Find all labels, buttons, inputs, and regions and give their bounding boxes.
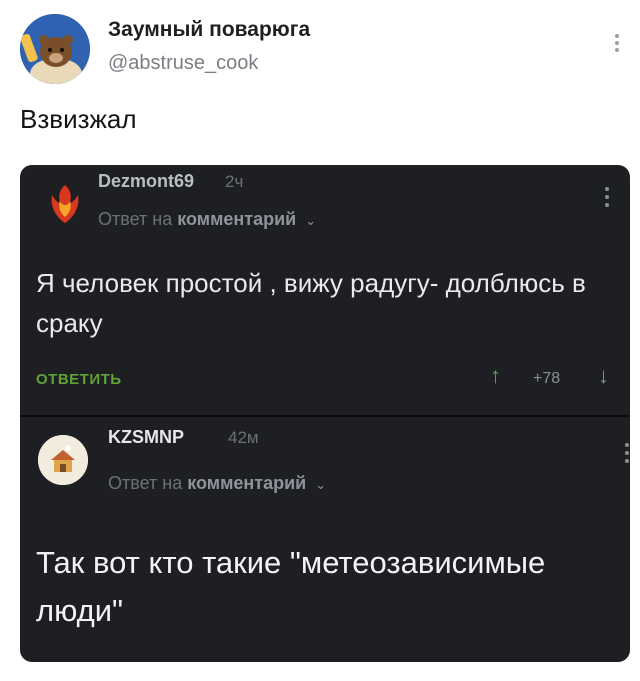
comment-menu-icon bbox=[604, 187, 610, 211]
reply-context: Ответ на комментарий ⌄ bbox=[98, 209, 316, 230]
upvote-arrow-icon: ↑ bbox=[490, 363, 501, 388]
reply-prefix: Ответ на bbox=[108, 473, 183, 493]
phoenix-avatar-icon bbox=[48, 183, 82, 225]
comment-time: 2ч bbox=[225, 172, 244, 191]
comment-author: KZSMNP bbox=[108, 427, 184, 447]
reply-target: комментарий bbox=[187, 473, 307, 493]
comment-time: 42м bbox=[228, 428, 259, 447]
chevron-down-icon: ⌄ bbox=[305, 213, 317, 228]
author-avatar[interactable] bbox=[20, 14, 90, 84]
house-avatar-icon bbox=[38, 435, 88, 485]
reply-target: комментарий bbox=[177, 209, 297, 229]
downvote-arrow-icon: ↓ bbox=[598, 363, 609, 388]
bear-chef-avatar-icon bbox=[20, 14, 90, 84]
reply-context: Ответ на комментарий ⌄ bbox=[108, 473, 326, 494]
tweet-card: Заумный поварюга @abstruse_cook Взвизжал… bbox=[0, 0, 640, 681]
reply-prefix: Ответ на bbox=[98, 209, 173, 229]
chevron-down-icon: ⌄ bbox=[315, 477, 327, 492]
tweet-text: Взвизжал bbox=[20, 104, 137, 134]
author-handle[interactable]: @abstruse_cook bbox=[108, 52, 258, 75]
author-name[interactable]: Заумный поварюга bbox=[108, 18, 310, 42]
comment-menu-icon bbox=[624, 443, 630, 467]
vote-score: +78 bbox=[533, 370, 561, 387]
comment-author: Dezmont69 bbox=[98, 171, 195, 191]
embedded-image[interactable]: Dezmont69 2ч Ответ на комментарий ⌄ Я че… bbox=[20, 165, 630, 662]
comment-text: Так вот кто такие "метеозависимые люди" bbox=[36, 545, 546, 628]
reply-button: ОТВЕТИТЬ bbox=[36, 371, 122, 388]
more-vert-icon[interactable] bbox=[614, 34, 620, 56]
comment-divider bbox=[20, 415, 630, 417]
comment-text: Я человек простой , вижу радугу- долблюс… bbox=[36, 268, 586, 338]
